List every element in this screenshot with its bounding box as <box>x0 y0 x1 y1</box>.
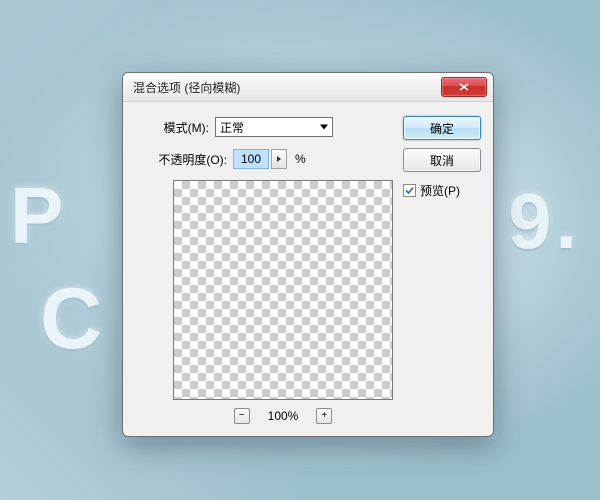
bg-decor-text: 9. <box>508 176 581 267</box>
ok-button-label: 确定 <box>430 120 454 137</box>
blend-options-dialog: 混合选项 (径向模糊) 模式(M): 正常 不透明度(O): % <box>122 72 494 437</box>
close-icon <box>459 83 469 91</box>
bg-decor-text: P <box>10 170 67 262</box>
cancel-button-label: 取消 <box>430 152 454 169</box>
ok-button[interactable]: 确定 <box>403 116 481 140</box>
check-icon <box>405 186 414 195</box>
zoom-level: 100% <box>268 409 299 423</box>
titlebar[interactable]: 混合选项 (径向模糊) <box>123 73 493 102</box>
preview-canvas[interactable] <box>173 180 393 400</box>
plus-icon: + <box>321 411 327 421</box>
dialog-title: 混合选项 (径向模糊) <box>133 79 441 96</box>
close-button[interactable] <box>441 77 487 97</box>
opacity-flyout-button[interactable] <box>271 149 287 169</box>
mode-value: 正常 <box>220 119 244 136</box>
minus-icon: − <box>239 411 245 421</box>
opacity-input[interactable] <box>233 149 269 169</box>
preview-checkbox[interactable] <box>403 184 416 197</box>
opacity-label: 不透明度(O): <box>135 151 227 168</box>
zoom-in-button[interactable]: + <box>316 408 332 424</box>
zoom-out-button[interactable]: − <box>234 408 250 424</box>
bg-decor-text: C <box>40 270 106 369</box>
preview-checkbox-label: 预览(P) <box>420 182 460 199</box>
chevron-down-icon <box>320 125 328 130</box>
triangle-right-icon <box>277 156 281 162</box>
cancel-button[interactable]: 取消 <box>403 148 481 172</box>
mode-label: 模式(M): <box>135 119 209 136</box>
percent-label: % <box>295 152 306 166</box>
mode-combobox[interactable]: 正常 <box>215 117 333 137</box>
